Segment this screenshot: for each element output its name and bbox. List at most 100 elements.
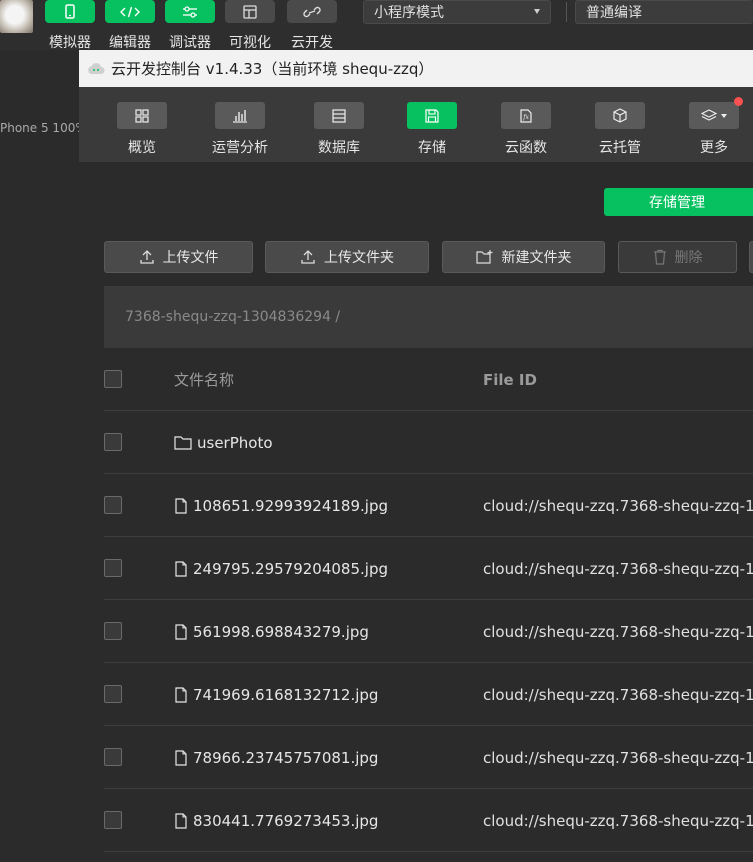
column-header-name[interactable]: 文件名称	[174, 348, 234, 411]
notification-dot	[734, 97, 743, 106]
nav-hosting[interactable]: 云托管	[580, 102, 660, 157]
file-name[interactable]: 108651.92993924189.jpg	[174, 474, 388, 537]
table-header: 文件名称 File ID	[104, 348, 753, 411]
visual-tool[interactable]: 可视化	[220, 0, 280, 52]
file-name-text: 741969.6168132712.jpg	[193, 685, 379, 704]
upload-icon	[301, 250, 315, 264]
file-icon	[175, 686, 187, 703]
file-id: cloud://shequ-zzq.7368-shequ-zzq-13	[483, 811, 753, 830]
cube-icon	[595, 102, 645, 129]
breadcrumb-bucket[interactable]: 7368-shequ-zzq-1304836294 /	[125, 309, 340, 325]
file-icon	[175, 623, 187, 640]
row-checkbox[interactable]	[104, 496, 122, 514]
file-icon	[175, 812, 187, 829]
simulator-label: 模拟器	[49, 35, 91, 51]
bar-chart-icon	[215, 102, 265, 129]
nav-overview-label: 概览	[128, 140, 156, 156]
mode-select-value: 小程序模式	[374, 5, 444, 21]
debugger-label: 调试器	[169, 35, 211, 51]
nav-functions-label: 云函数	[505, 140, 547, 156]
device-label[interactable]: Phone 5 100%	[0, 121, 87, 135]
delete-label: 删除	[674, 250, 703, 266]
file-name[interactable]: 78966.23745757081.jpg	[174, 726, 378, 789]
cloud-dev-label: 云开发	[291, 35, 333, 51]
debugger-tool[interactable]: 调试器	[160, 0, 220, 52]
more-actions-button[interactable]	[749, 241, 753, 273]
folder-name-text: userPhoto	[197, 433, 273, 452]
row-checkbox[interactable]	[104, 622, 122, 640]
file-id: cloud://shequ-zzq.7368-shequ-zzq-13	[483, 622, 753, 641]
upload-file-button[interactable]: 上传文件	[104, 241, 253, 273]
file-id: cloud://shequ-zzq.7368-shequ-zzq-13	[483, 685, 753, 704]
upload-folder-label: 上传文件夹	[324, 250, 394, 266]
cloud-dev-tool[interactable]: 云开发	[282, 0, 342, 52]
grid-icon	[117, 102, 167, 129]
delete-button[interactable]: 删除	[618, 241, 737, 273]
simulator-tool[interactable]: 模拟器	[40, 0, 100, 52]
row-checkbox[interactable]	[104, 433, 122, 451]
editor-label: 编辑器	[109, 35, 151, 51]
file-id: cloud://shequ-zzq.7368-shequ-zzq-13	[483, 559, 753, 578]
nav-storage-label: 存储	[418, 140, 446, 156]
console-titlebar: 云开发控制台 v1.4.33（当前环境 sheq­u-zzq）	[79, 50, 753, 87]
console-nav: 概览 运营分析 数据库 存储 fx 云函数 云托管 更多	[79, 87, 753, 162]
nav-database[interactable]: 数据库	[299, 102, 379, 157]
sliders-icon[interactable]	[165, 0, 215, 23]
file-name-text: 249795.29579204085.jpg	[193, 559, 388, 578]
nav-more-label: 更多	[700, 140, 728, 156]
upload-folder-button[interactable]: 上传文件夹	[265, 241, 429, 273]
nav-storage[interactable]: 存储	[392, 102, 472, 157]
table-row[interactable]: 830441.7769273453.jpg cloud://shequ-zzq.…	[104, 789, 753, 852]
layers-icon	[689, 97, 743, 129]
editor-tool[interactable]: 编辑器	[100, 0, 160, 52]
nav-analytics[interactable]: 运营分析	[200, 102, 280, 157]
mode-select[interactable]: 小程序模式	[363, 0, 551, 24]
row-checkbox[interactable]	[104, 811, 122, 829]
nav-analytics-label: 运营分析	[212, 140, 268, 156]
row-checkbox[interactable]	[104, 559, 122, 577]
column-header-file-id[interactable]: File ID	[483, 348, 537, 411]
file-name-text: 561998.698843279.jpg	[193, 622, 369, 641]
database-icon	[314, 102, 364, 129]
file-name-text: 78966.23745757081.jpg	[193, 748, 379, 767]
cloud-console-window: 云开发控制台 v1.4.33（当前环境 sheq­u-zzq） 概览 运营分析 …	[79, 50, 753, 862]
cloud-logo-icon	[88, 62, 105, 74]
file-id: cloud://shequ-zzq.7368-shequ-zzq-13	[483, 496, 753, 515]
file-name-text: 108651.92993924189.jpg	[193, 496, 388, 515]
storage-manage-button[interactable]: 存储管理	[604, 188, 753, 216]
nav-database-label: 数据库	[318, 140, 360, 156]
compile-select-value: 普通编译	[586, 5, 642, 21]
file-name-text: 830441.7769273453.jpg	[193, 811, 379, 830]
folder-icon	[174, 436, 192, 450]
file-name[interactable]: 561998.698843279.jpg	[174, 600, 369, 663]
table-row[interactable]: userPhoto	[104, 411, 753, 474]
table-row[interactable]: 249795.29579204085.jpg cloud://shequ-zzq…	[104, 537, 753, 600]
upload-file-label: 上传文件	[162, 250, 219, 266]
nav-more[interactable]: 更多	[674, 97, 753, 157]
layout-icon[interactable]	[225, 0, 275, 23]
trash-icon	[653, 249, 666, 265]
table-row[interactable]: 78966.23745757081.jpg cloud://shequ-zzq.…	[104, 726, 753, 789]
folder-name[interactable]: userPhoto	[174, 411, 273, 474]
row-checkbox[interactable]	[104, 685, 122, 703]
nav-functions[interactable]: fx 云函数	[486, 102, 566, 157]
row-checkbox[interactable]	[104, 748, 122, 766]
file-name[interactable]: 249795.29579204085.jpg	[174, 537, 388, 600]
chevron-down-icon	[534, 9, 540, 14]
file-name[interactable]: 830441.7769273453.jpg	[174, 789, 378, 852]
new-folder-button[interactable]: 新建文件夹	[442, 241, 605, 273]
ide-toolbar: 模拟器 编辑器 调试器 可视化 云开发 小程序模式 普通编译	[0, 0, 753, 52]
phone-icon[interactable]	[45, 0, 95, 23]
nav-overview[interactable]: 概览	[102, 102, 182, 157]
save-icon	[407, 102, 457, 129]
file-name[interactable]: 741969.6168132712.jpg	[174, 663, 378, 726]
table-row[interactable]: 108651.92993924189.jpg cloud://shequ-zzq…	[104, 474, 753, 537]
table-row[interactable]: 561998.698843279.jpg cloud://shequ-zzq.7…	[104, 600, 753, 663]
table-row[interactable]: 741969.6168132712.jpg cloud://shequ-zzq.…	[104, 663, 753, 726]
function-icon: fx	[501, 102, 551, 129]
cloud-link-icon[interactable]	[287, 0, 337, 23]
avatar[interactable]	[0, 0, 33, 33]
code-icon[interactable]	[105, 0, 155, 23]
compile-select[interactable]: 普通编译	[575, 0, 753, 24]
select-all-checkbox[interactable]	[104, 370, 122, 388]
